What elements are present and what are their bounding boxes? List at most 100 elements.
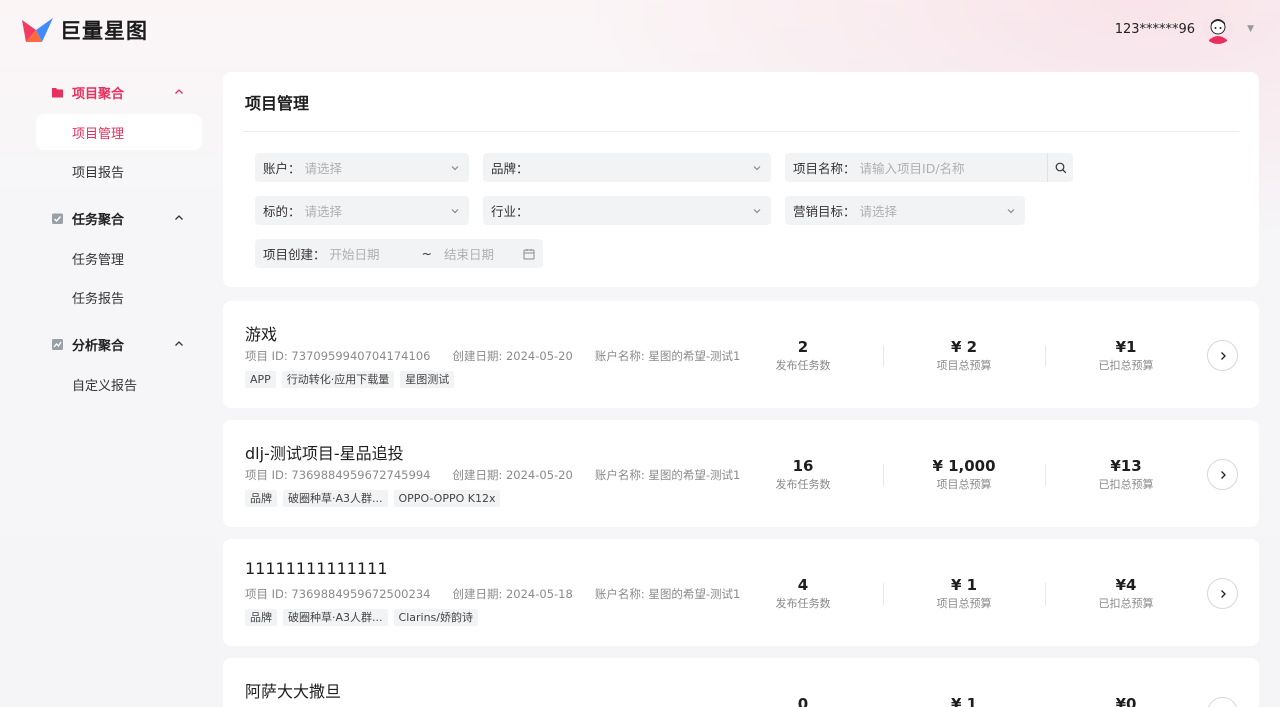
divider	[883, 583, 884, 605]
stat-value: ¥ 1	[950, 695, 978, 707]
chevron-up-icon	[175, 341, 183, 346]
project-name-search[interactable]: 项目名称： 请输入项目ID/名称	[785, 153, 1073, 182]
sidebar-group-analysis[interactable]: 分析聚合	[36, 325, 202, 363]
project-card[interactable]: dlj-测试项目-星品追投 项目 ID: 7369884959672745994…	[223, 420, 1259, 527]
stat-value: ¥ 1,000	[932, 457, 996, 475]
open-project-button[interactable]	[1207, 340, 1238, 371]
stat-budget: ¥ 1	[904, 695, 1024, 707]
stat-value: ¥ 1	[950, 576, 978, 594]
project-account: 账户名称: 星图的希望-测试1	[594, 349, 741, 363]
chevron-down-icon	[451, 208, 459, 213]
goal-label: 营销目标：	[793, 204, 856, 219]
chevron-down-icon[interactable]: ▼	[1247, 24, 1254, 34]
project-meta: 项目 ID: 7369884959672500234 创建日期: 2024-05…	[245, 586, 740, 602]
chevron-down-icon	[1007, 208, 1015, 213]
project-id: 项目 ID: 7369884959672745994	[245, 468, 431, 482]
target-value: 请选择	[304, 204, 343, 219]
tag: 破圈种草·A3人群...	[283, 609, 388, 626]
stat-value: 16	[792, 457, 814, 475]
tag: 行动转化·应用下载量	[281, 371, 395, 388]
project-title: 阿萨大大撒旦	[245, 682, 342, 701]
stat-value: ¥1	[1115, 338, 1137, 356]
divider	[883, 345, 884, 367]
stat-label: 项目总预算	[936, 359, 992, 372]
sidebar-item-custom-report[interactable]: 自定义报告	[36, 366, 202, 402]
industry-select[interactable]: 行业：	[483, 196, 771, 225]
stat-tasks: 0	[743, 695, 863, 707]
stat-label: 发布任务数	[775, 597, 831, 610]
brand-select[interactable]: 品牌：	[483, 153, 771, 182]
stat-value: 4	[797, 576, 809, 594]
user-name: 123******96	[1114, 21, 1196, 37]
chevron-up-icon	[175, 215, 183, 220]
analysis-icon	[52, 338, 63, 350]
sidebar-item-project-management[interactable]: 项目管理	[36, 114, 202, 150]
stat-label: 已扣总预算	[1098, 597, 1154, 610]
sidebar-item-task-management[interactable]: 任务管理	[36, 240, 202, 276]
project-title: 游戏	[245, 325, 278, 344]
chevron-right-icon	[1220, 470, 1226, 479]
project-tags: 品牌 破圈种草·A3人群... OPPO-OPPO K12x	[245, 490, 501, 507]
avatar[interactable]	[1203, 14, 1234, 44]
sidebar: 项目聚合 项目管理 项目报告 任务聚合 任务管理 任务报告 分析聚合 自定义报告	[36, 72, 202, 405]
search-input[interactable]: 请输入项目ID/名称	[860, 158, 1047, 177]
project-meta: 项目 ID: 7369884959672745994 创建日期: 2024-05…	[245, 467, 740, 483]
account-select[interactable]: 账户： 请选择	[255, 153, 469, 182]
project-card[interactable]: 阿萨大大撒旦 0 ¥ 1 ¥0	[223, 658, 1259, 707]
sidebar-item-project-report[interactable]: 项目报告	[36, 153, 202, 189]
stat-value: 0	[797, 695, 809, 707]
stat-deducted: ¥0	[1066, 695, 1186, 707]
goal-select[interactable]: 营销目标： 请选择	[785, 196, 1025, 225]
project-date: 创建日期: 2024-05-20	[452, 468, 573, 482]
sidebar-group-label: 分析聚合	[72, 338, 125, 354]
sidebar-item-task-report[interactable]: 任务报告	[36, 279, 202, 315]
stat-value: ¥ 2	[950, 338, 978, 356]
stat-deducted: ¥13 已扣总预算	[1066, 457, 1186, 492]
date-range-picker[interactable]: 项目创建： 开始日期 ~ 结束日期	[255, 239, 543, 268]
project-tags: 品牌 破圈种草·A3人群... Clarins/娇韵诗	[245, 609, 478, 626]
stat-label: 项目总预算	[936, 478, 992, 491]
stat-label: 已扣总预算	[1098, 478, 1154, 491]
project-card[interactable]: 游戏 项目 ID: 7370959940704174106 创建日期: 2024…	[223, 301, 1259, 408]
stat-tasks: 16 发布任务数	[743, 457, 863, 492]
open-project-button[interactable]	[1207, 578, 1238, 609]
open-project-button[interactable]	[1207, 459, 1238, 490]
search-icon[interactable]	[1047, 153, 1073, 182]
project-name-label: 项目名称：	[793, 161, 856, 176]
project-account: 账户名称: 星图的希望-测试1	[594, 468, 741, 482]
project-meta: 项目 ID: 7370959940704174106 创建日期: 2024-05…	[245, 348, 740, 364]
stat-deducted: ¥4 已扣总预算	[1066, 576, 1186, 611]
stat-deducted: ¥1 已扣总预算	[1066, 338, 1186, 373]
date-range-label: 项目创建：	[263, 247, 326, 262]
start-date-input[interactable]: 开始日期	[330, 244, 422, 263]
divider	[1045, 583, 1046, 605]
tag: OPPO-OPPO K12x	[393, 490, 501, 507]
tag: 破圈种草·A3人群...	[283, 490, 388, 507]
folder-icon	[52, 87, 63, 97]
tag: Clarins/娇韵诗	[393, 609, 478, 626]
logo[interactable]: 巨量星图	[22, 15, 148, 45]
stat-label: 发布任务数	[775, 478, 831, 491]
stat-label: 已扣总预算	[1098, 359, 1154, 372]
filter-panel: 项目管理 账户： 请选择 品牌： 项目名称： 请输入项目ID/名称 标的： 请选…	[223, 72, 1259, 287]
user-menu[interactable]: 123******96 ▼	[1115, 14, 1254, 44]
account-value: 请选择	[304, 161, 343, 176]
target-select[interactable]: 标的： 请选择	[255, 196, 469, 225]
account-label: 账户：	[263, 161, 301, 176]
open-project-button[interactable]	[1207, 697, 1238, 707]
stat-budget: ¥ 2 项目总预算	[904, 338, 1024, 373]
sidebar-group-label: 项目聚合	[72, 86, 125, 102]
project-card[interactable]: 11111111111111 项目 ID: 736988495967250023…	[223, 539, 1259, 646]
sidebar-group-project[interactable]: 项目聚合	[36, 73, 202, 111]
sidebar-group-task[interactable]: 任务聚合	[36, 199, 202, 237]
end-date-input[interactable]: 结束日期	[444, 244, 523, 263]
top-bar: 巨量星图 123******96 ▼	[0, 0, 1280, 58]
calendar-icon	[523, 248, 535, 259]
date-separator: ~	[421, 246, 432, 261]
project-id: 项目 ID: 7370959940704174106	[245, 349, 431, 363]
logo-icon	[22, 18, 53, 42]
chevron-down-icon	[753, 208, 761, 213]
chevron-right-icon	[1220, 351, 1226, 360]
target-label: 标的：	[263, 204, 301, 219]
stat-value: ¥0	[1115, 695, 1137, 707]
